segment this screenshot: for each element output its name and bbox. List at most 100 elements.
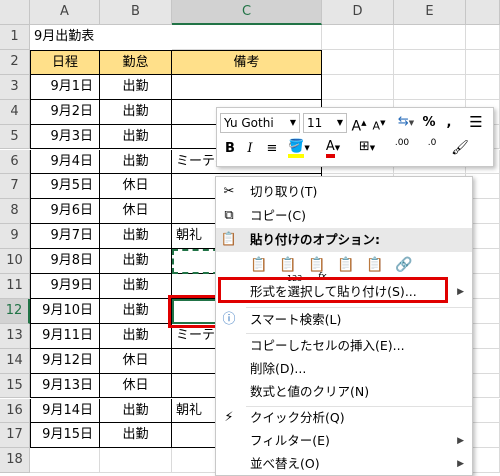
- title-cell[interactable]: 9月出勤表: [30, 25, 172, 50]
- status-cell[interactable]: 出勤: [100, 423, 172, 449]
- cell[interactable]: [466, 74, 500, 100]
- header-date[interactable]: 日程: [30, 49, 100, 75]
- borders-button[interactable]: ⊞▼: [353, 137, 381, 158]
- cell[interactable]: [172, 25, 322, 50]
- menu-item-clear-label: 数式と値のクリア(N): [250, 384, 370, 399]
- comma-style-button[interactable]: ,: [441, 113, 457, 133]
- date-cell[interactable]: 9月12日: [30, 348, 100, 374]
- align-center-button[interactable]: ≡: [263, 139, 281, 159]
- row-header-6[interactable]: 6: [0, 149, 30, 175]
- status-cell[interactable]: 出勤: [100, 99, 172, 125]
- menu-item-insert-copied[interactable]: コピーしたセルの挿入(E)...: [216, 334, 472, 358]
- status-cell[interactable]: 出勤: [100, 274, 172, 299]
- status-cell[interactable]: 出勤: [100, 323, 172, 349]
- column-header-a[interactable]: A: [30, 0, 100, 25]
- column-header-b[interactable]: B: [100, 0, 172, 25]
- status-cell[interactable]: 出勤: [100, 74, 172, 100]
- date-cell[interactable]: 9月8日: [30, 249, 100, 274]
- row-header-14[interactable]: 14: [0, 348, 30, 374]
- column-header-f[interactable]: [466, 0, 500, 25]
- date-cell[interactable]: 9月4日: [30, 149, 100, 175]
- menu-item-filter[interactable]: フィルター(E) ▶: [216, 429, 472, 453]
- decrease-font-button[interactable]: A▼: [371, 113, 387, 137]
- date-cell[interactable]: 9月10日: [30, 298, 100, 324]
- row-header-18[interactable]: 18: [0, 448, 30, 474]
- date-cell[interactable]: 9月7日: [30, 224, 100, 250]
- menu-item-smart-lookup[interactable]: ⓘ スマート検索(L): [216, 308, 472, 332]
- font-size-box[interactable]: 11 ▼: [303, 113, 347, 133]
- cell[interactable]: [100, 448, 172, 474]
- row-header-3[interactable]: 3: [0, 74, 30, 100]
- note-cell[interactable]: [172, 74, 322, 100]
- row-header-17[interactable]: 17: [0, 423, 30, 449]
- status-cell[interactable]: 出勤: [100, 298, 172, 324]
- menu-item-sort[interactable]: 並べ替え(O) ▶: [216, 452, 472, 476]
- status-cell[interactable]: 休日: [100, 373, 172, 399]
- status-cell[interactable]: 休日: [100, 199, 172, 225]
- fill-color-button[interactable]: 🪣▼: [285, 137, 313, 158]
- increase-decimal-button[interactable]: .00: [389, 138, 415, 148]
- cell[interactable]: [394, 49, 466, 75]
- table-icon[interactable]: ☰: [465, 112, 487, 132]
- date-cell[interactable]: 9月6日: [30, 199, 100, 225]
- date-cell[interactable]: 9月2日: [30, 99, 100, 125]
- row-header-2[interactable]: 2: [0, 49, 30, 75]
- status-cell[interactable]: 出勤: [100, 124, 172, 150]
- row-header-7[interactable]: 7: [0, 174, 30, 200]
- cell[interactable]: [322, 49, 394, 75]
- row-header-11[interactable]: 11: [0, 274, 30, 299]
- bold-button[interactable]: B: [221, 139, 239, 159]
- date-cell[interactable]: 9月11日: [30, 323, 100, 349]
- status-cell[interactable]: 出勤: [100, 224, 172, 250]
- status-cell[interactable]: 出勤: [100, 398, 172, 424]
- row-header-8[interactable]: 8: [0, 199, 30, 225]
- date-cell[interactable]: 9月14日: [30, 398, 100, 424]
- cell[interactable]: [466, 49, 500, 75]
- menu-item-quick-analysis[interactable]: ⚡ クイック分析(Q): [216, 406, 472, 430]
- status-cell[interactable]: 出勤: [100, 249, 172, 274]
- cell[interactable]: [30, 448, 100, 474]
- decrease-decimal-button[interactable]: .0: [419, 138, 445, 148]
- date-cell[interactable]: 9月5日: [30, 174, 100, 200]
- number-format-button[interactable]: ⇆▼: [391, 112, 421, 133]
- status-cell[interactable]: 休日: [100, 174, 172, 200]
- row-header-5[interactable]: 5: [0, 124, 30, 150]
- header-note[interactable]: 備考: [172, 49, 322, 75]
- increase-font-button[interactable]: A▲: [351, 113, 367, 137]
- row-header-4[interactable]: 4: [0, 99, 30, 125]
- info-search-icon: ⓘ: [222, 312, 236, 327]
- row-header-16[interactable]: 16: [0, 398, 30, 424]
- row-header-15[interactable]: 15: [0, 373, 30, 399]
- date-cell[interactable]: 9月1日: [30, 74, 100, 100]
- menu-item-clear[interactable]: 数式と値のクリア(N): [216, 380, 472, 404]
- row-header-10[interactable]: 10: [0, 249, 30, 274]
- date-cell[interactable]: 9月13日: [30, 373, 100, 399]
- italic-button[interactable]: I: [241, 139, 259, 159]
- column-header-e[interactable]: E: [394, 0, 466, 25]
- date-cell[interactable]: 9月15日: [30, 423, 100, 449]
- header-status[interactable]: 勤怠: [100, 49, 172, 75]
- select-all-corner[interactable]: [0, 0, 30, 25]
- font-name-box[interactable]: Yu Gothi ▼: [220, 113, 300, 133]
- cell[interactable]: [394, 74, 466, 100]
- cell[interactable]: [394, 25, 466, 50]
- row-header-12[interactable]: 12: [0, 298, 30, 324]
- percent-button[interactable]: %: [421, 113, 437, 133]
- cell[interactable]: [322, 74, 394, 100]
- date-cell[interactable]: 9月3日: [30, 124, 100, 150]
- menu-item-copy[interactable]: ⧉ コピー(C): [216, 204, 472, 228]
- row-header-9[interactable]: 9: [0, 224, 30, 250]
- status-cell[interactable]: 休日: [100, 348, 172, 374]
- row-header-1[interactable]: 1: [0, 25, 30, 50]
- status-cell[interactable]: 出勤: [100, 149, 172, 175]
- row-header-13[interactable]: 13: [0, 323, 30, 349]
- menu-item-cut[interactable]: ✂ 切り取り(T): [216, 180, 472, 204]
- column-header-d[interactable]: D: [322, 0, 394, 25]
- format-painter-button[interactable]: 🖌: [449, 138, 471, 158]
- font-color-button[interactable]: A▼: [319, 137, 347, 158]
- column-header-c[interactable]: C: [172, 0, 322, 25]
- date-cell[interactable]: 9月9日: [30, 274, 100, 299]
- menu-item-delete[interactable]: 削除(D)...: [216, 357, 472, 381]
- cell[interactable]: [466, 25, 500, 50]
- cell[interactable]: [322, 25, 394, 50]
